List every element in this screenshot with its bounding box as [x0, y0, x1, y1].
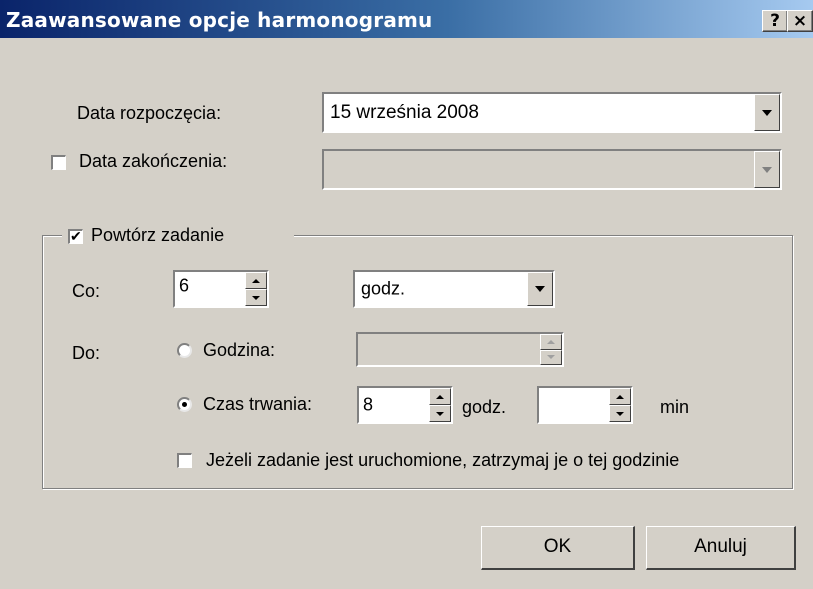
repeat-checkbox-visual[interactable]: [68, 227, 83, 245]
time-input[interactable]: [356, 332, 564, 367]
duration-radio[interactable]: [177, 397, 192, 412]
end-date-dropdown-button[interactable]: [754, 151, 780, 188]
chevron-down-icon: [762, 166, 772, 173]
title-bar[interactable]: Zaawansowane opcje harmonogramu ? ×: [0, 0, 813, 38]
until-label: Do:: [72, 343, 101, 363]
spin-up-icon[interactable]: [540, 334, 562, 350]
spin-down-icon[interactable]: [429, 405, 451, 422]
end-date-checkbox[interactable]: [51, 155, 66, 170]
every-spin[interactable]: [245, 272, 267, 306]
ok-button[interactable]: OK: [481, 526, 635, 570]
cancel-button[interactable]: Anuluj: [646, 526, 796, 570]
time-spin[interactable]: [540, 334, 562, 365]
time-radio-label: Godzina:: [203, 340, 276, 360]
duration-hours-value: 8: [363, 394, 374, 415]
window-title: Zaawansowane opcje harmonogramu: [6, 8, 433, 32]
spin-up-icon[interactable]: [429, 388, 451, 405]
end-date-label: Data zakończenia:: [79, 151, 228, 171]
minutes-unit-label: min: [660, 397, 690, 417]
help-button[interactable]: ?: [762, 10, 788, 32]
duration-hours-stepper[interactable]: 8: [357, 386, 453, 424]
spin-up-icon[interactable]: [609, 388, 631, 405]
duration-minutes-stepper[interactable]: [537, 386, 633, 424]
spin-down-icon[interactable]: [540, 349, 562, 365]
close-button[interactable]: ×: [787, 10, 813, 32]
end-date-picker[interactable]: [322, 149, 782, 190]
unit-dropdown-button[interactable]: [527, 272, 553, 306]
time-radio[interactable]: [177, 343, 192, 358]
chevron-down-icon: [535, 286, 545, 292]
hours-unit-label: godz.: [462, 397, 507, 417]
spin-down-icon[interactable]: [245, 289, 267, 306]
stop-checkbox[interactable]: [177, 453, 192, 468]
spin-up-icon[interactable]: [245, 272, 267, 289]
chevron-down-icon: [762, 109, 772, 116]
every-label: Co:: [72, 281, 101, 301]
start-date-dropdown-button[interactable]: [754, 94, 780, 131]
duration-radio-label: Czas trwania:: [203, 394, 313, 414]
repeat-title: Powtórz zadanie: [91, 225, 225, 245]
start-date-value: 15 września 2008: [330, 101, 479, 123]
duration-hours-spin[interactable]: [429, 388, 451, 422]
spin-down-icon[interactable]: [609, 405, 631, 422]
duration-minutes-spin[interactable]: [609, 388, 631, 422]
stop-label: Jeżeli zadanie jest uruchomione, zatrzym…: [206, 450, 680, 470]
unit-select[interactable]: godz.: [353, 270, 555, 308]
start-date-label: Data rozpoczęcia:: [77, 103, 222, 123]
every-stepper[interactable]: 6: [173, 270, 269, 308]
every-value: 6: [179, 275, 190, 296]
unit-value: godz.: [361, 278, 406, 299]
start-date-picker[interactable]: 15 września 2008: [322, 92, 782, 133]
